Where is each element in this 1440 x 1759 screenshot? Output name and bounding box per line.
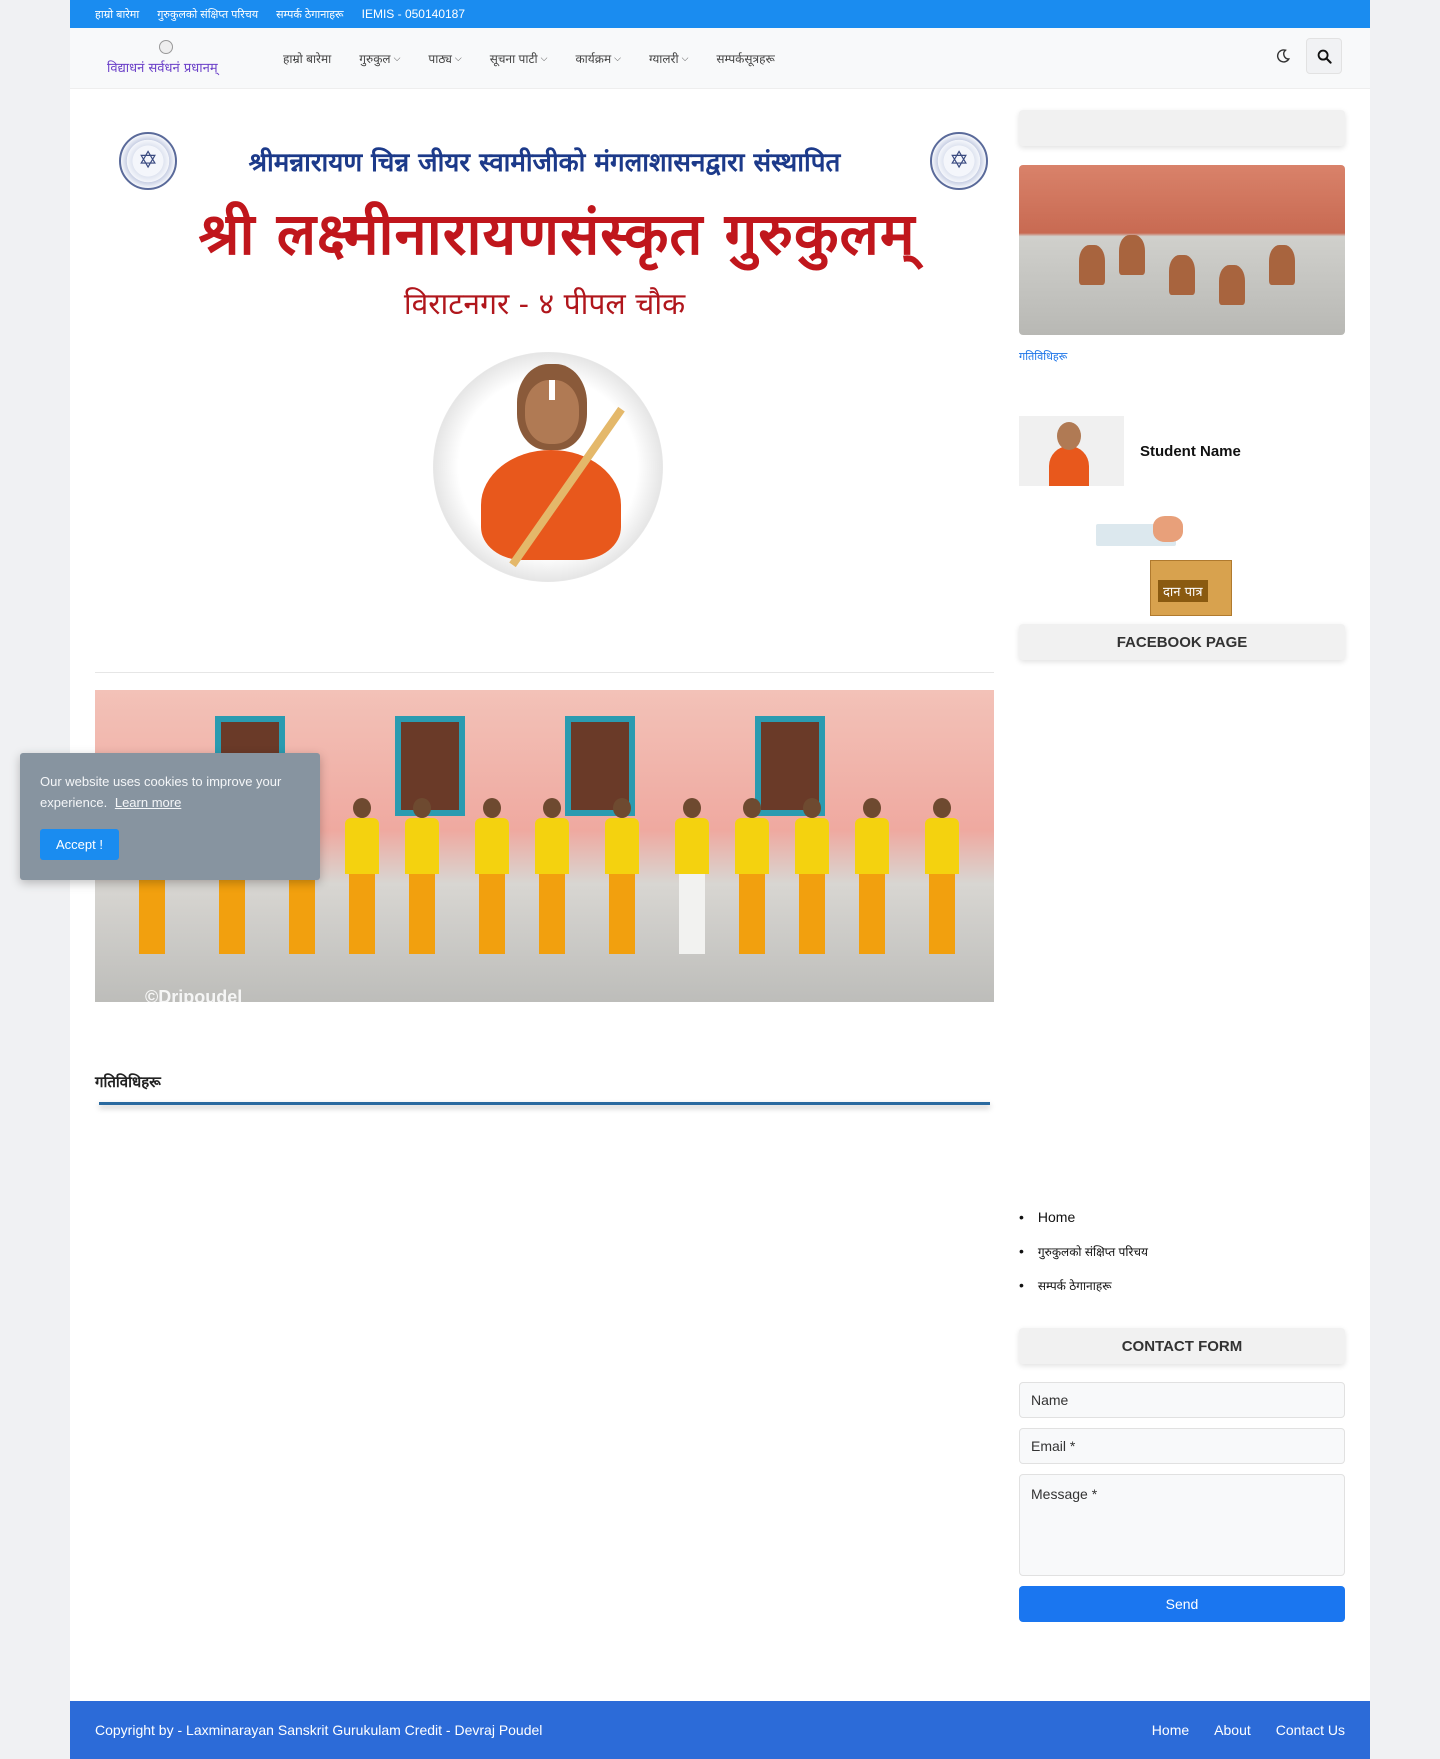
sidebar-link-home[interactable]: Home (1019, 1200, 1345, 1234)
search-icon (1317, 49, 1332, 64)
facebook-embed (1019, 660, 1345, 1200)
portrait-section (95, 330, 994, 690)
site-logo[interactable]: विद्याधनं सर्वधनं प्रधानम् (107, 38, 227, 78)
divider (95, 672, 994, 673)
facebook-heading: FACEBOOK PAGE (1019, 624, 1345, 660)
search-button[interactable] (1306, 38, 1342, 74)
footer-links: Home About Contact Us (1152, 1722, 1345, 1738)
iemis-code: IEMIS - 050140187 (361, 7, 466, 21)
swamiji-portrait (433, 352, 663, 582)
send-button[interactable]: Send (1019, 1586, 1345, 1622)
logo-emblem-icon (159, 40, 173, 54)
gurukul-banner: श्रीमन्नारायण चिन्न जीयर स्वामीजीको मंगल… (95, 110, 994, 330)
main-content: श्रीमन्नारायण चिन्न जीयर स्वामीजीको मंगल… (95, 110, 994, 1105)
nav-label: गुरुकुल (359, 51, 391, 66)
site-footer: Copyright by - Laxminarayan Sanskrit Gur… (70, 1701, 1370, 1759)
nav-item-curriculum[interactable]: पाठ्य ⌵ (414, 28, 475, 89)
nav-item-contacts[interactable]: सम्पर्कसूत्रहरू (702, 28, 788, 89)
footer-link-about[interactable]: About (1214, 1722, 1251, 1738)
copyright-text: Copyright by - Laxminarayan Sanskrit Gur… (95, 1722, 543, 1738)
chevron-down-icon: ⌵ (614, 52, 621, 63)
banner-location: विराटनगर - ४ पीपल चौक (403, 287, 686, 322)
site-header: विद्याधनं सर्वधनं प्रधानम् हाम्रो बारेमा… (70, 28, 1370, 89)
footer-link-contact[interactable]: Contact Us (1276, 1722, 1345, 1738)
header-actions (1272, 38, 1342, 74)
link-label: Home (1037, 1209, 1076, 1225)
footer-link-home[interactable]: Home (1152, 1722, 1189, 1738)
activities-heading: गतिविधिहरू (95, 1073, 161, 1091)
top-bar: हाम्रो बारेमा गुरुकुलको संक्षिप्त परिचय … (70, 0, 1370, 28)
chevron-down-icon: ⌵ (540, 52, 548, 63)
chevron-down-icon: ⌵ (393, 52, 401, 63)
message-field[interactable]: Message * (1019, 1474, 1345, 1576)
nav-label: कार्यक्रम (575, 51, 612, 66)
banner-title: श्री लक्ष्मीनारायणसंस्कृत गुरुकुलम् (198, 200, 916, 268)
sidebar-link-intro[interactable]: गुरुकुलको संक्षिप्त परिचय (1019, 1234, 1345, 1268)
nav-label: हाम्रो बारेमा (283, 51, 332, 66)
link-label: गुरुकुलको संक्षिप्त परिचय (1037, 1244, 1148, 1259)
sidebar-link-contacts[interactable]: सम्पर्क ठेगानाहरू (1019, 1268, 1345, 1302)
topbar-link-contacts[interactable]: सम्पर्क ठेगानाहरू (276, 7, 343, 22)
main-nav: हाम्रो बारेमा गुरुकुल ⌵ पाठ्य ⌵ सूचना पाटी… (269, 28, 789, 89)
student-name: Student Name (1140, 442, 1241, 460)
email-placeholder: Email * (1031, 1438, 1076, 1454)
nav-item-gurukul[interactable]: गुरुकुल ⌵ (345, 28, 414, 89)
chevron-down-icon: ⌵ (454, 52, 462, 63)
student-card[interactable]: Student Name (1019, 416, 1345, 486)
chevron-down-icon: ⌵ (681, 52, 689, 63)
nav-item-gallery[interactable]: ग्यालरी ⌵ (635, 28, 702, 89)
nav-label: ग्यालरी (648, 51, 679, 66)
sidebar-links: Home गुरुकुलको संक्षिप्त परिचय सम्पर्क ठ… (1019, 1200, 1345, 1302)
sidebar-empty-heading (1019, 110, 1345, 146)
accept-cookies-button[interactable]: Accept ! (40, 829, 119, 860)
topbar-link-intro[interactable]: गुरुकुलको संक्षिप्त परिचय (157, 7, 258, 22)
link-label: सम्पर्क ठेगानाहरू (1037, 1278, 1112, 1293)
activity-photo-caption[interactable]: गतिविधिहरू (1019, 349, 1345, 364)
donation-label: दान पात्र (1158, 580, 1208, 602)
message-placeholder: Message * (1031, 1486, 1098, 1502)
banner-subtitle: श्रीमन्नारायण चिन्न जीयर स्वामीजीको मंगल… (248, 148, 841, 178)
nav-item-notice-board[interactable]: सूचना पाटी ⌵ (476, 28, 562, 89)
nav-label: सूचना पाटी (489, 51, 538, 66)
nav-item-about[interactable]: हाम्रो बारेमा (269, 28, 345, 89)
name-placeholder: Name (1031, 1392, 1069, 1408)
nav-item-programs[interactable]: कार्यक्रम ⌵ (561, 28, 635, 89)
cookie-consent-popup: Our website uses cookies to improve your… (20, 753, 320, 880)
moon-icon[interactable] (1272, 45, 1294, 67)
topbar-link-about[interactable]: हाम्रो बारेमा (95, 7, 139, 22)
sidebar: गतिविधिहरू Student Name दान पात्र FACEBO… (1019, 110, 1345, 1622)
heading-underline (99, 1102, 990, 1105)
contact-form-heading: CONTACT FORM (1019, 1328, 1345, 1364)
activity-photo[interactable] (1019, 165, 1345, 335)
email-field[interactable]: Email * (1019, 1428, 1345, 1464)
donation-box-image[interactable]: दान पात्र (1019, 514, 1345, 624)
nav-label: सम्पर्कसूत्रहरू (716, 51, 775, 66)
learn-more-link[interactable]: Learn more (115, 795, 181, 810)
logo-text: विद्याधनं सर्वधनं प्रधानम् (107, 61, 218, 76)
photo-watermark: ©Dripoudel (145, 987, 243, 1002)
student-avatar (1019, 416, 1124, 486)
nav-label: पाठ्य (428, 51, 452, 66)
name-field[interactable]: Name (1019, 1382, 1345, 1418)
cookie-text: Our website uses cookies to improve your… (40, 771, 300, 813)
